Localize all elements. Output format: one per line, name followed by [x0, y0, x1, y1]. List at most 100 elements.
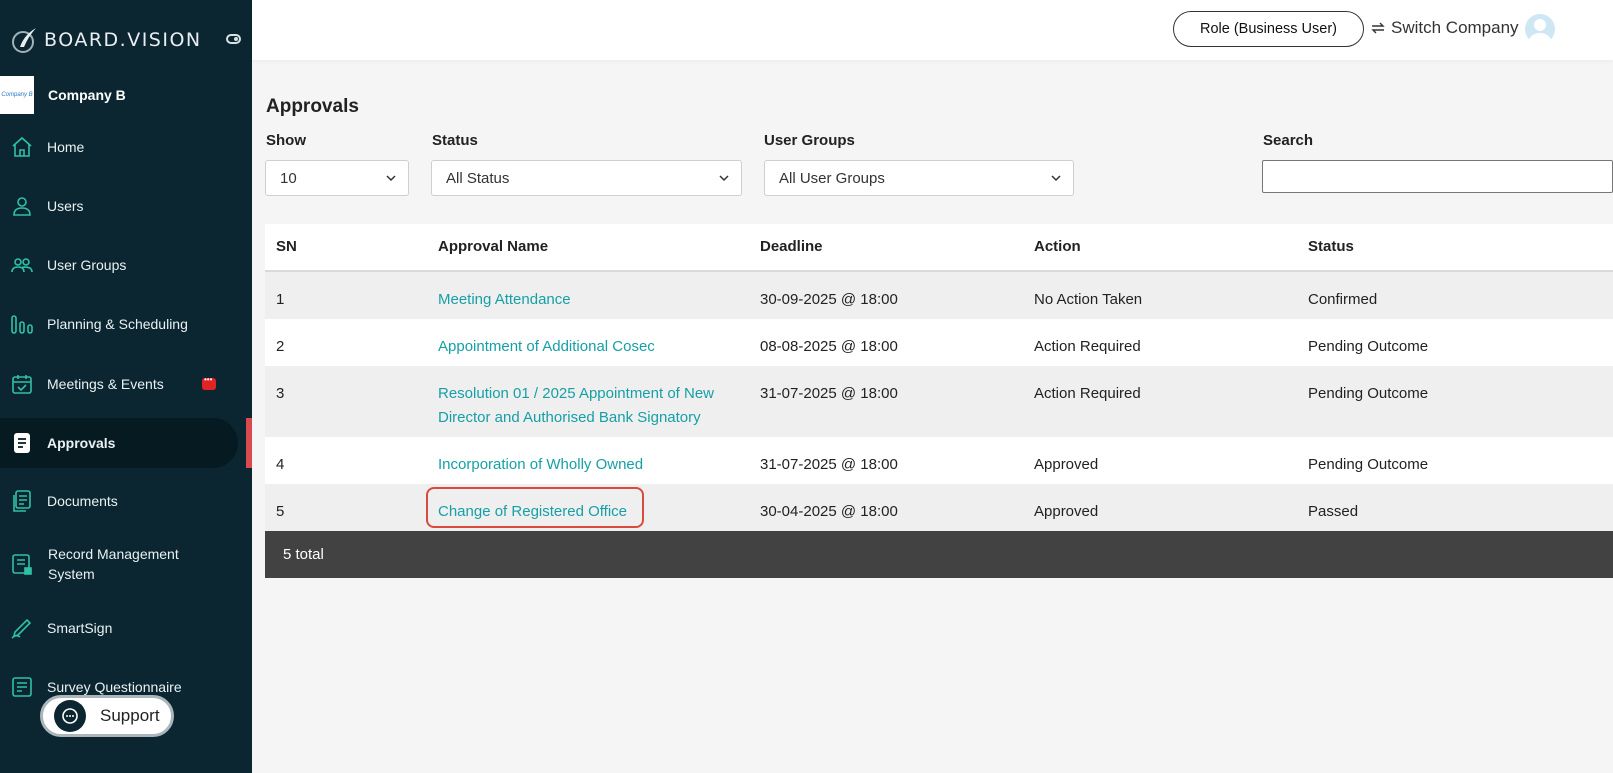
sidebar-item-label: Documents: [47, 493, 118, 509]
cell-status: Pending Outcome: [1308, 385, 1429, 402]
status-select[interactable]: All Status: [431, 160, 742, 196]
switch-company-button[interactable]: Switch Company: [1370, 18, 1519, 38]
record-icon: [12, 554, 32, 575]
sidebar-item-label: Meetings & Events: [47, 376, 164, 392]
table-row[interactable]: 3 Resolution 01 / 2025 Appointment of Ne…: [265, 366, 1613, 437]
company-selector[interactable]: Company B Company B: [0, 76, 126, 114]
cell-action: Approved: [1034, 503, 1099, 520]
column-header-action[interactable]: Action: [1034, 238, 1081, 255]
column-header-deadline[interactable]: Deadline: [760, 238, 823, 255]
column-header-approval-name[interactable]: Approval Name: [438, 238, 548, 255]
sidebar: BOARD.VISION Company B Company B Home Us…: [0, 0, 252, 773]
table-row[interactable]: 2 Appointment of Additional Cosec 08-08-…: [265, 319, 1613, 366]
checklist-icon: [12, 677, 32, 697]
chat-notification-badge: [202, 375, 216, 390]
approval-link[interactable]: Incorporation of Wholly Owned: [438, 453, 643, 477]
sidebar-item-approvals[interactable]: Approvals: [0, 418, 238, 468]
home-icon: [12, 136, 32, 157]
approval-link[interactable]: Resolution 01 / 2025 Appointment of New …: [438, 382, 738, 430]
board-vision-logo-icon: [12, 28, 36, 53]
cell-status: Confirmed: [1308, 291, 1378, 308]
table-footer: 5 total: [265, 531, 1613, 578]
total-count: 5 total: [283, 546, 324, 563]
user-groups-select[interactable]: All User Groups: [764, 160, 1074, 196]
sidebar-item-documents[interactable]: Documents: [0, 476, 238, 526]
sidebar-toggle-icon[interactable]: [226, 34, 241, 44]
cell-sn: 4: [276, 456, 285, 473]
sidebar-item-label: Record Management System: [48, 546, 179, 582]
cell-sn: 1: [276, 291, 285, 308]
column-header-sn[interactable]: SN: [276, 238, 297, 255]
cell-action: No Action Taken: [1034, 291, 1143, 308]
status-select-value: All Status: [446, 169, 510, 187]
support-label: Support: [100, 706, 160, 725]
sidebar-item-planning-scheduling[interactable]: Planning & Scheduling: [0, 299, 238, 349]
user-groups-select-value: All User Groups: [779, 169, 885, 187]
cell-sn: 5: [276, 503, 285, 520]
sidebar-item-label: Approvals: [47, 435, 116, 451]
bar-chart-icon: [11, 315, 33, 334]
cell-sn: 2: [276, 338, 285, 355]
brand-name: BOARD.VISION: [44, 29, 202, 51]
sidebar-item-home[interactable]: Home: [0, 122, 238, 172]
sidebar-item-smartsign[interactable]: SmartSign: [0, 603, 238, 653]
company-logo: Company B: [0, 76, 34, 114]
table-row[interactable]: 5 Change of Registered Office 30-04-2025…: [265, 484, 1613, 531]
cell-deadline: 08-08-2025 @ 18:00: [760, 338, 898, 355]
sidebar-item-user-groups[interactable]: User Groups: [0, 240, 238, 290]
status-label: Status: [432, 132, 478, 149]
cell-action: Approved: [1034, 456, 1099, 473]
table-row[interactable]: 1 Meeting Attendance 30-09-2025 @ 18:00 …: [265, 272, 1613, 319]
show-select-value: 10: [280, 169, 297, 187]
table-row[interactable]: 4 Incorporation of Wholly Owned 31-07-20…: [265, 437, 1613, 484]
switch-arrows-icon: [1371, 22, 1385, 34]
cell-status: Pending Outcome: [1308, 456, 1429, 473]
sidebar-item-meetings-events[interactable]: Meetings & Events: [0, 359, 238, 409]
sidebar-item-users[interactable]: Users: [0, 181, 238, 231]
table-header: SN Approval Name Deadline Action Status: [265, 224, 1613, 272]
sidebar-item-label: Users: [47, 198, 84, 214]
user-avatar[interactable]: [1525, 14, 1555, 44]
approval-doc-icon: [14, 433, 30, 453]
sidebar-item-label: SmartSign: [47, 620, 113, 636]
cell-status: Passed: [1308, 503, 1359, 520]
cell-deadline: 30-04-2025 @ 18:00: [760, 503, 898, 520]
page-title: Approvals: [266, 96, 359, 117]
cell-action: Action Required: [1034, 338, 1141, 355]
user-groups-label: User Groups: [764, 132, 855, 149]
sidebar-item-label: Planning & Scheduling: [47, 316, 188, 332]
cell-deadline: 30-09-2025 @ 18:00: [760, 291, 898, 308]
cell-deadline: 31-07-2025 @ 18:00: [760, 385, 898, 402]
chevron-down-icon: [386, 175, 396, 182]
user-icon: [13, 197, 31, 216]
active-indicator: [246, 418, 252, 468]
role-button[interactable]: Role (Business User): [1173, 11, 1364, 47]
search-label: Search: [1263, 132, 1314, 149]
approvals-table: SN Approval Name Deadline Action Status …: [265, 224, 1613, 578]
approval-link[interactable]: Appointment of Additional Cosec: [438, 335, 655, 359]
documents-icon: [13, 490, 31, 512]
pen-icon: [11, 618, 32, 639]
calendar-icon: [12, 375, 32, 394]
users-icon: [11, 258, 33, 273]
sidebar-item-label: Survey Questionnaire: [47, 679, 182, 695]
company-logo-text: Company B: [1, 92, 33, 98]
company-name: Company B: [48, 87, 126, 103]
brand-logo[interactable]: BOARD.VISION: [10, 24, 202, 56]
chevron-down-icon: [719, 175, 729, 182]
support-button[interactable]: Support: [40, 695, 174, 737]
chat-bubble-icon: [54, 700, 86, 732]
approval-link[interactable]: Change of Registered Office: [438, 500, 627, 524]
chevron-down-icon: [1051, 175, 1061, 182]
column-header-status[interactable]: Status: [1308, 238, 1354, 255]
cell-deadline: 31-07-2025 @ 18:00: [760, 456, 898, 473]
cell-status: Pending Outcome: [1308, 338, 1429, 355]
sidebar-item-record-management[interactable]: Record Management System: [0, 538, 238, 590]
search-input[interactable]: [1262, 160, 1613, 193]
approval-link[interactable]: Meeting Attendance: [438, 288, 571, 312]
show-select[interactable]: 10: [265, 160, 409, 196]
top-header: Role (Business User) Switch Company: [252, 0, 1613, 60]
switch-company-label: Switch Company: [1391, 18, 1519, 37]
sidebar-item-label: Home: [47, 139, 85, 155]
show-label: Show: [266, 132, 306, 149]
